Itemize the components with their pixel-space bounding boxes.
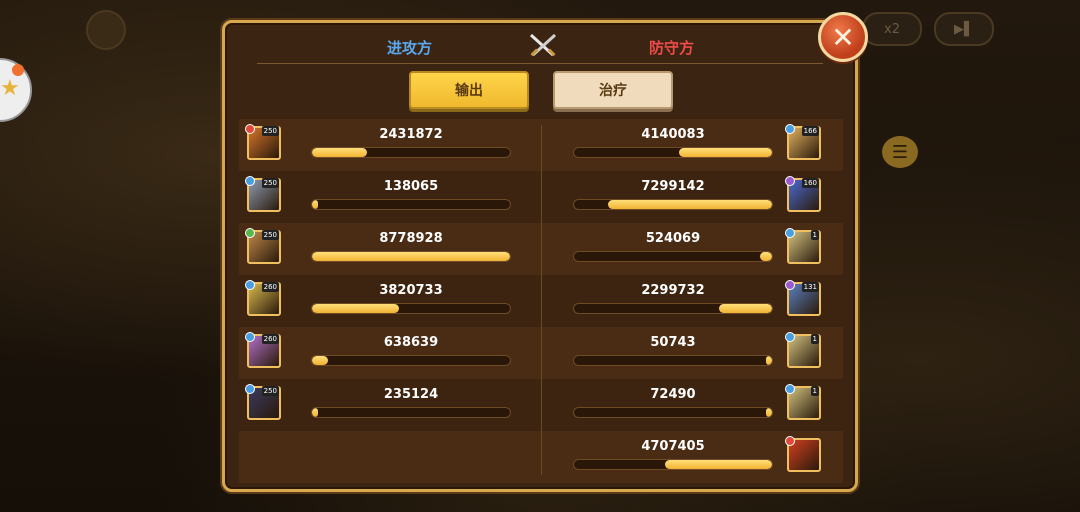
damage-bar-fill xyxy=(607,200,772,209)
damage-bar-fill xyxy=(665,460,772,469)
column-divider xyxy=(541,125,542,475)
damage-bar xyxy=(573,355,773,366)
hero-level: 250 xyxy=(261,126,279,136)
damage-bar xyxy=(311,147,511,158)
tab-output[interactable]: 输出 xyxy=(409,71,529,109)
damage-bar-fill xyxy=(766,356,772,365)
damage-bar xyxy=(311,407,511,418)
hero-level: 260 xyxy=(261,282,279,292)
damage-value: 524069 xyxy=(645,231,701,246)
faction-icon xyxy=(245,176,255,186)
hero-avatar[interactable]: 1 xyxy=(785,228,821,264)
hero-level: 250 xyxy=(261,386,279,396)
hero-level: 166 xyxy=(801,126,819,136)
faction-icon xyxy=(245,332,255,342)
damage-value: 235124 xyxy=(383,387,439,402)
damage-bar-fill xyxy=(718,304,772,313)
damage-bar-fill xyxy=(678,148,772,157)
hero-avatar[interactable]: 250 xyxy=(245,124,281,160)
damage-bar xyxy=(573,147,773,158)
damage-bar xyxy=(573,407,773,418)
close-button[interactable]: ✕ xyxy=(818,12,868,62)
damage-bar xyxy=(573,251,773,262)
hero-level: 1 xyxy=(810,230,819,240)
hero-avatar[interactable]: 166 xyxy=(785,124,821,160)
tab-heal[interactable]: 治疗 xyxy=(553,71,673,109)
damage-bar xyxy=(573,199,773,210)
damage-bar xyxy=(311,251,511,262)
damage-bar xyxy=(311,303,511,314)
crossed-swords-icon xyxy=(529,33,557,57)
damage-bar-fill xyxy=(312,200,318,209)
hero-level: 1 xyxy=(810,386,819,396)
hero-avatar[interactable]: 260 xyxy=(245,280,281,316)
damage-bar-fill xyxy=(766,408,772,417)
damage-bar-fill xyxy=(312,304,400,313)
damage-bar-fill xyxy=(760,252,772,261)
damage-bar xyxy=(573,459,773,470)
damage-value: 638639 xyxy=(383,335,439,350)
hero-avatar[interactable]: 250 xyxy=(245,176,281,212)
attacker-title: 进攻方 xyxy=(387,39,433,57)
stats-table: 250 2431872 166 4140083 250 138065 160 7299142 2… xyxy=(239,119,843,483)
close-icon: ✕ xyxy=(831,20,855,54)
damage-value: 2431872 xyxy=(379,127,443,142)
speed-button[interactable]: x2 xyxy=(862,12,922,46)
damage-value: 72490 xyxy=(650,387,696,402)
hero-level: 260 xyxy=(261,334,279,344)
background-menu-button xyxy=(86,10,126,50)
damage-value: 8778928 xyxy=(379,231,443,246)
damage-value: 3820733 xyxy=(379,283,443,298)
hero-level: 250 xyxy=(261,230,279,240)
defender-title: 防守方 xyxy=(649,39,695,57)
faction-icon xyxy=(785,436,795,446)
hero-level: 250 xyxy=(261,178,279,188)
hero-avatar[interactable] xyxy=(785,436,821,472)
faction-icon xyxy=(785,280,795,290)
damage-bar xyxy=(573,303,773,314)
hero-avatar[interactable]: 260 xyxy=(245,332,281,368)
header-divider xyxy=(257,63,823,64)
hero-avatar[interactable]: 250 xyxy=(245,384,281,420)
faction-icon xyxy=(245,280,255,290)
battle-stats-panel: 进攻方 防守方 输出 治疗 250 2431872 166 4140083 250 138… xyxy=(222,20,858,492)
damage-value: 2299732 xyxy=(641,283,705,298)
damage-bar-fill xyxy=(312,252,510,261)
hero-avatar[interactable]: 1 xyxy=(785,384,821,420)
faction-icon xyxy=(245,384,255,394)
damage-value: 138065 xyxy=(383,179,439,194)
hero-level: 160 xyxy=(801,178,819,188)
damage-value: 50743 xyxy=(650,335,696,350)
pause-button[interactable]: ▶▌ xyxy=(934,12,994,46)
hero-level: 131 xyxy=(801,282,819,292)
damage-bar-fill xyxy=(312,356,328,365)
star-icon: ★ xyxy=(0,76,20,101)
hero-avatar[interactable]: 250 xyxy=(245,228,281,264)
hero-avatar[interactable]: 131 xyxy=(785,280,821,316)
damage-bar-fill xyxy=(312,148,368,157)
faction-icon xyxy=(785,384,795,394)
hero-level: 1 xyxy=(810,334,819,344)
damage-value: 7299142 xyxy=(641,179,705,194)
damage-bar xyxy=(311,199,511,210)
faction-icon xyxy=(245,228,255,238)
faction-icon xyxy=(245,124,255,134)
damage-value: 4707405 xyxy=(641,439,705,454)
panel-header: 进攻方 防守方 xyxy=(225,23,855,69)
faction-icon xyxy=(785,332,795,342)
damage-bar-fill xyxy=(312,408,318,417)
notification-dot xyxy=(12,64,24,76)
faction-icon xyxy=(785,124,795,134)
faction-icon xyxy=(785,176,795,186)
hero-avatar[interactable]: 160 xyxy=(785,176,821,212)
damage-value: 4140083 xyxy=(641,127,705,142)
damage-bar xyxy=(311,355,511,366)
hero-avatar[interactable]: 1 xyxy=(785,332,821,368)
faction-icon xyxy=(785,228,795,238)
list-icon[interactable]: ☰ xyxy=(882,136,918,168)
